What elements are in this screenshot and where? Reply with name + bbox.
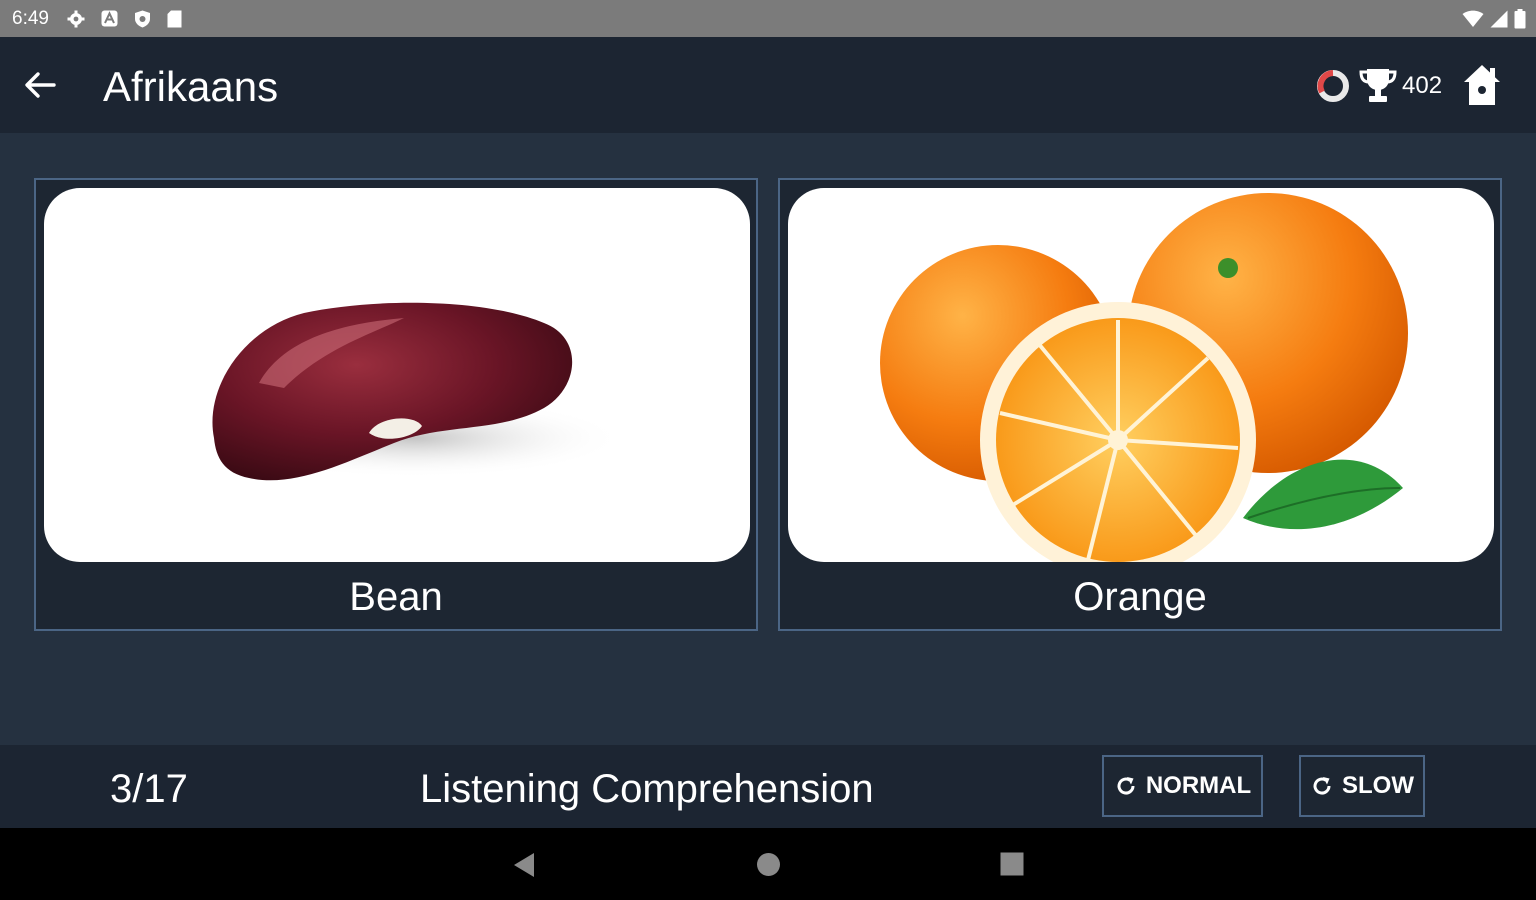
wifi-icon <box>1462 10 1484 27</box>
nav-recents-icon[interactable] <box>1000 852 1024 876</box>
replay-icon <box>1313 777 1331 795</box>
replay-slow-label: SLOW <box>1342 772 1414 799</box>
page-title: Afrikaans <box>103 63 279 110</box>
nav-back-icon[interactable] <box>512 852 536 878</box>
replay-normal-button[interactable]: NORMAL <box>1102 755 1263 817</box>
back-arrow-icon[interactable] <box>22 67 58 103</box>
cellular-icon <box>1490 10 1508 27</box>
system-nav-bar <box>0 828 1536 900</box>
nav-home-icon[interactable] <box>756 852 781 877</box>
progress-counter: 3/17 <box>110 767 188 811</box>
exercise-mode-title: Listening Comprehension <box>420 767 874 811</box>
sd-card-icon <box>167 10 182 27</box>
shield-icon <box>134 10 150 27</box>
replay-icon <box>1117 777 1135 795</box>
battery-icon <box>1514 8 1526 28</box>
trophy-icon <box>1359 69 1397 102</box>
score-value: 402 <box>1402 72 1443 99</box>
status-bar: 6:49 <box>0 0 1536 37</box>
gear-icon <box>67 10 85 27</box>
bottom-bar: 3/17 Listening Comprehension NORMAL SLOW <box>0 745 1536 828</box>
home-icon[interactable] <box>1462 63 1502 107</box>
replay-slow-button[interactable]: SLOW <box>1299 755 1425 817</box>
app-a-icon <box>101 10 118 27</box>
app-bar: Afrikaans 402 <box>0 37 1536 133</box>
orange-image <box>788 188 1494 562</box>
status-time: 6:49 <box>12 7 49 29</box>
choice-card-bean[interactable]: Bean <box>34 178 758 631</box>
choice-label: Bean <box>349 575 443 619</box>
choice-label: Orange <box>1073 575 1207 619</box>
choice-card-orange[interactable]: Orange <box>778 178 1502 631</box>
bean-image <box>44 188 750 562</box>
ring-icon <box>1317 70 1349 102</box>
replay-normal-label: NORMAL <box>1145 772 1252 799</box>
